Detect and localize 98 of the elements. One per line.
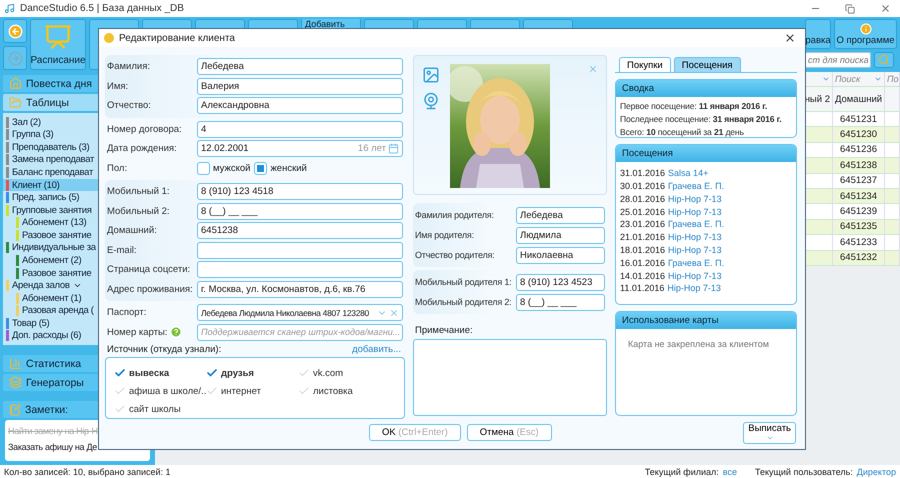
field-label: Мобильный родителя 2:: [415, 297, 512, 307]
input-field[interactable]: 6451238: [197, 222, 403, 240]
help-button[interactable]: равка: [805, 19, 831, 49]
input-field[interactable]: Людмила: [516, 226, 605, 244]
visit-date: 18.01.2016: [620, 245, 666, 255]
field-label: E-mail:: [107, 244, 138, 256]
visit-date: 21.01.2016: [620, 232, 666, 242]
window-title: DanceStudio 6.5 | База данных _DB: [20, 3, 185, 14]
panel-title: Сводка: [622, 83, 654, 94]
source-label: Источник (откуда узнали):: [107, 344, 222, 355]
field-label: Номер договора:: [107, 124, 183, 135]
about-button[interactable]: О программе: [834, 19, 897, 49]
table-cell: 6451239: [840, 206, 877, 218]
visit-link[interactable]: Грачева Е. П.: [668, 258, 724, 268]
input-field[interactable]: 8 (__) __ ___: [516, 294, 605, 310]
field-label: Страница соцсети:: [107, 264, 192, 276]
visit-link[interactable]: Hip-Hop 7-13: [668, 270, 722, 281]
visit-link[interactable]: Грачева Е. П.: [668, 219, 724, 230]
visit-link[interactable]: Грачева Е. П.: [668, 181, 724, 192]
field-label: Отчество:: [107, 100, 152, 112]
input-field[interactable]: Валерия: [197, 78, 403, 95]
cancel-button[interactable]: Отмена (Esc): [466, 424, 552, 441]
source-option[interactable]: vk.com: [298, 364, 396, 382]
input-field[interactable]: 4: [197, 120, 403, 138]
panel-title: Посещения: [622, 148, 673, 159]
field-label: Фамилия:: [107, 61, 151, 72]
branch-label: Текущий филиал:: [644, 466, 719, 476]
field-label: Адрес проживания:: [107, 284, 194, 295]
table-cell: 6451232: [840, 252, 877, 264]
visit-date: 11.01.2016: [620, 283, 664, 294]
tab[interactable]: Покупки: [619, 57, 671, 72]
table-cell: 6451237: [840, 175, 877, 186]
search-field[interactable]: ст для поиска: [805, 52, 871, 68]
card-message: Карта не закреплена за клиентом: [628, 339, 770, 350]
visit-link[interactable]: Hip-Hop 7-13: [668, 232, 722, 242]
input-field[interactable]: Николаевна: [516, 246, 605, 264]
visit-date: 25.01.2016: [620, 206, 666, 217]
write-out-button[interactable]: Выписать: [743, 422, 796, 444]
input-field[interactable]: Лебедева: [197, 58, 403, 76]
field-label: Имя родителя:: [415, 230, 475, 240]
field-label: Мобильный родителя 1:: [415, 277, 512, 287]
tab[interactable]: Посещения: [674, 57, 741, 72]
input-field[interactable]: 8 (__) __ ___: [197, 202, 403, 220]
schedule-button[interactable]: Расписание: [30, 19, 86, 70]
table-cell: 6451233: [840, 236, 877, 248]
source-option[interactable]: интернет: [206, 382, 298, 400]
table-cell: 6451234: [840, 190, 877, 202]
field-label: Мобильный 2:: [107, 206, 170, 217]
field-label: Дата рождения:: [107, 143, 178, 154]
visit-link[interactable]: Hip-Hop 7-13: [667, 283, 721, 294]
combo-field[interactable]: Лебедева Людмила Николаевна 4807 123280: [197, 304, 403, 322]
visit-date: 16.01.2016: [620, 258, 666, 268]
visit-date: 31.01.2016: [620, 168, 666, 178]
note-label: Примечание:: [415, 325, 474, 336]
table-cell: 6451235: [840, 221, 877, 232]
summary-line: Первое посещение: 11 января 2016 г.: [620, 101, 768, 112]
branch-link[interactable]: все: [722, 466, 737, 476]
note-item: Заказать афишу на Де: [8, 442, 97, 452]
column-header[interactable]: Домашний: [834, 94, 882, 104]
field-label: Пол:: [107, 162, 128, 174]
ok-button[interactable]: OK (Ctrl+Enter): [369, 424, 461, 441]
source-option[interactable]: друзья: [206, 364, 298, 382]
note-item: Найти замену на Hip-H: [8, 426, 98, 436]
source-option[interactable]: листовка: [298, 382, 396, 400]
panel-title: Использование карты: [622, 315, 718, 326]
date-field[interactable]: 12.02.2001 16 лет: [197, 140, 403, 158]
visit-date: 23.01.2016: [620, 219, 666, 230]
visit-date: 30.01.2016: [620, 181, 666, 192]
field-label: Домашний:: [107, 225, 158, 236]
field-label: Отчество родителя:: [415, 250, 496, 260]
visit-link[interactable]: Salsa 14+: [668, 168, 708, 178]
visit-link[interactable]: Hip-Hop 7-13: [668, 206, 722, 217]
table-cell: 6451236: [840, 144, 877, 156]
table-cell: 6451231: [840, 114, 877, 125]
summary-line: Последнее посещение: 31 января 2016 г.: [620, 114, 782, 125]
gender-option[interactable]: женский: [254, 162, 307, 175]
input-field[interactable]: г. Москва, ул. Космонавтов, д.6, кв.76: [197, 280, 403, 298]
input-field[interactable]: 8 (910) 123 4523: [516, 274, 605, 290]
field-label: Паспорт:: [107, 307, 148, 318]
input-field[interactable]: Александровна: [197, 97, 403, 114]
record-count: Кол-во записей: 10, выбрано записей: 1: [4, 466, 172, 476]
field-label: Номер карты:: [107, 326, 168, 338]
dialog-title: Редактирование клиента: [119, 32, 236, 44]
user-link[interactable]: Директор: [856, 466, 896, 476]
table-cell: 6451230: [840, 129, 877, 140]
gender-option[interactable]: мужской: [197, 162, 250, 175]
add-link[interactable]: добавить...: [352, 344, 401, 355]
visit-date: 14.01.2016: [620, 270, 666, 281]
visit-date: 28.01.2016: [620, 194, 666, 204]
visit-link[interactable]: Hip-Hop 7-13: [668, 194, 722, 204]
field-label: Имя:: [107, 80, 130, 92]
summary-line: Всего: 10 посещений за 21 день: [620, 127, 744, 137]
visit-link[interactable]: Hip-Hop 7-13: [668, 245, 722, 255]
field-label: Фамилия родителя:: [415, 210, 495, 220]
input-field[interactable]: Лебедева: [516, 206, 605, 224]
input-field[interactable]: 8 (910) 123 4518: [197, 183, 403, 200]
user-label: Текущий пользователь:: [754, 466, 853, 476]
table-cell: 6451238: [840, 160, 877, 171]
